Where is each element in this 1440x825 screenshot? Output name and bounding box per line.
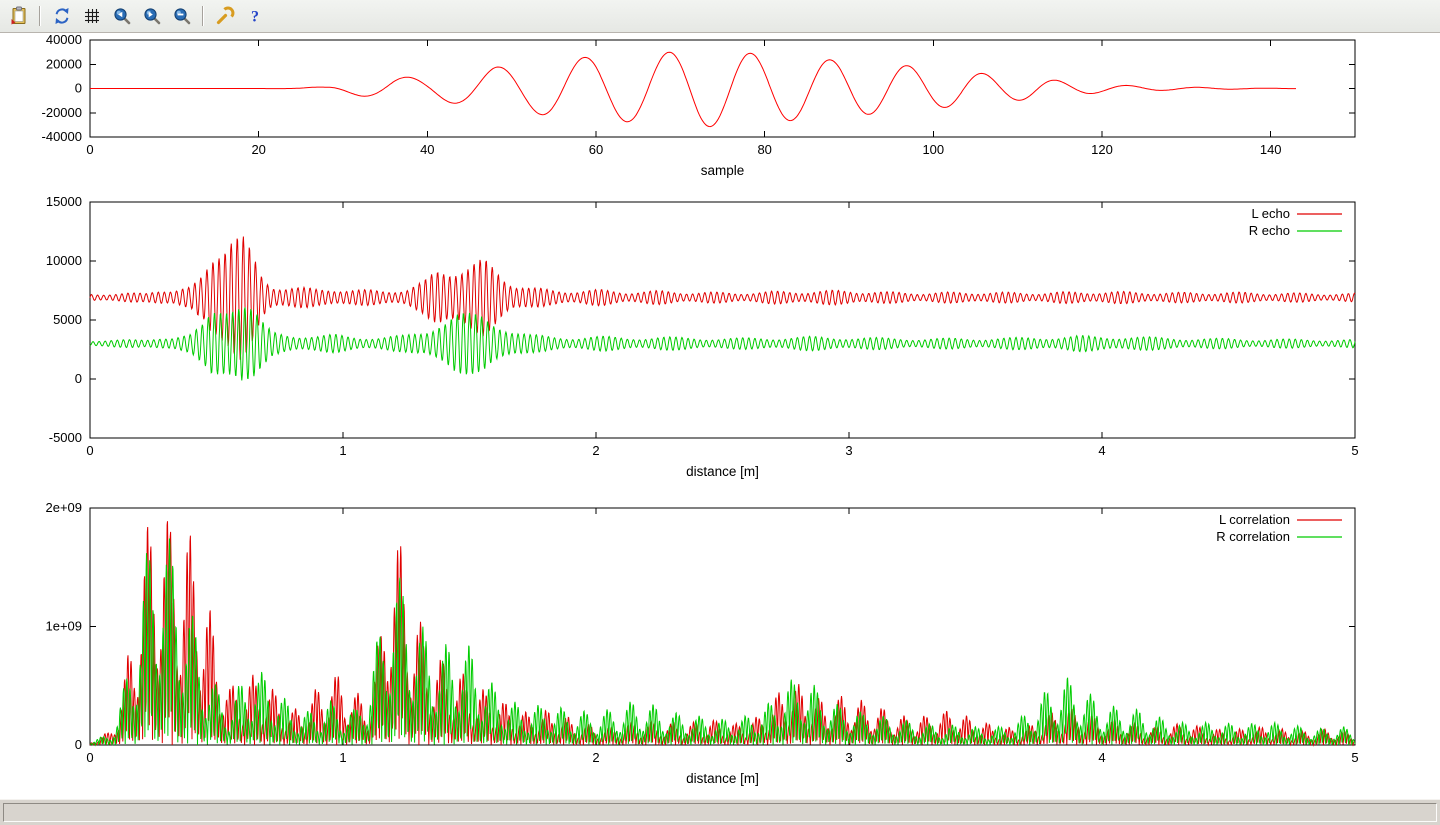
svg-text:R correlation: R correlation [1216,529,1290,544]
status-text [3,803,1437,822]
svg-text:80: 80 [757,142,771,157]
svg-text:5000: 5000 [53,312,82,327]
svg-text:100: 100 [922,142,944,157]
svg-text:2: 2 [592,443,599,458]
svg-text:-40000: -40000 [42,129,82,144]
svg-text:0: 0 [75,737,82,752]
configure-button[interactable] [211,3,238,29]
svg-text:40: 40 [420,142,434,157]
toggle-grid-button[interactable] [78,3,105,29]
wrench-icon [215,6,235,26]
svg-text:0: 0 [86,443,93,458]
svg-text:-5000: -5000 [49,430,82,445]
echo-chart[interactable]: 0 1 2 3 4 5 -5000 0 5000 10000 15000 L echo R echo di… [0,190,1440,498]
svg-text:5: 5 [1351,750,1358,765]
svg-text:5: 5 [1351,443,1358,458]
svg-text:4: 4 [1098,443,1105,458]
svg-text:1e+09: 1e+09 [45,619,82,634]
replot-button[interactable] [48,3,75,29]
svg-text:2: 2 [592,750,599,765]
svg-text:0: 0 [86,750,93,765]
svg-text:0: 0 [75,81,82,96]
svg-text:distance [m]: distance [m] [686,771,759,786]
toolbar-separator [39,6,41,26]
svg-text:20000: 20000 [46,56,82,71]
plot-area: 020406080100120140-40000-200000200004000… [0,33,1440,799]
magnifier-previous-icon [112,6,132,26]
status-bar [0,799,1440,825]
correlation-chart[interactable]: 0 1 2 3 4 5 0 1e+09 2e+09 L correlation R correlat… [0,498,1440,799]
help-button[interactable]: ? [241,3,268,29]
svg-text:?: ? [251,9,259,26]
svg-text:0: 0 [75,371,82,386]
svg-text:3: 3 [845,750,852,765]
svg-text:3: 3 [845,443,852,458]
zoom-next-button[interactable] [138,3,165,29]
svg-text:L correlation: L correlation [1219,512,1290,527]
refresh-icon [52,6,72,26]
svg-text:15000: 15000 [46,194,82,209]
clipboard-icon [9,6,29,26]
grid-icon [82,6,102,26]
toolbar-separator [202,6,204,26]
svg-text:60: 60 [589,142,603,157]
svg-text:R echo: R echo [1249,223,1290,238]
svg-text:2e+09: 2e+09 [45,500,82,515]
svg-text:0: 0 [86,142,93,157]
svg-text:10000: 10000 [46,253,82,268]
gnuplot-window: ? 020406080100120140-40000-2000002000040… [0,0,1440,825]
zoom-previous-button[interactable] [108,3,135,29]
svg-text:1: 1 [339,443,346,458]
svg-text:1: 1 [339,750,346,765]
svg-text:40000: 40000 [46,33,82,47]
copy-to-clipboard-button[interactable] [5,3,32,29]
magnifier-autoscale-icon [172,6,192,26]
svg-text:sample: sample [701,163,745,178]
toolbar: ? [0,0,1440,33]
question-icon: ? [245,6,265,26]
svg-text:L echo: L echo [1251,206,1290,221]
magnifier-next-icon [142,6,162,26]
svg-text:120: 120 [1091,142,1113,157]
svg-text:140: 140 [1260,142,1282,157]
autoscale-button[interactable] [168,3,195,29]
svg-text:-20000: -20000 [42,105,82,120]
svg-text:4: 4 [1098,750,1105,765]
svg-text:distance [m]: distance [m] [686,464,759,479]
pulse-chart[interactable]: 0 20 40 60 80 100 120 140 -40000 -20000 0 20000 4000… [0,33,1440,190]
svg-text:20: 20 [251,142,265,157]
